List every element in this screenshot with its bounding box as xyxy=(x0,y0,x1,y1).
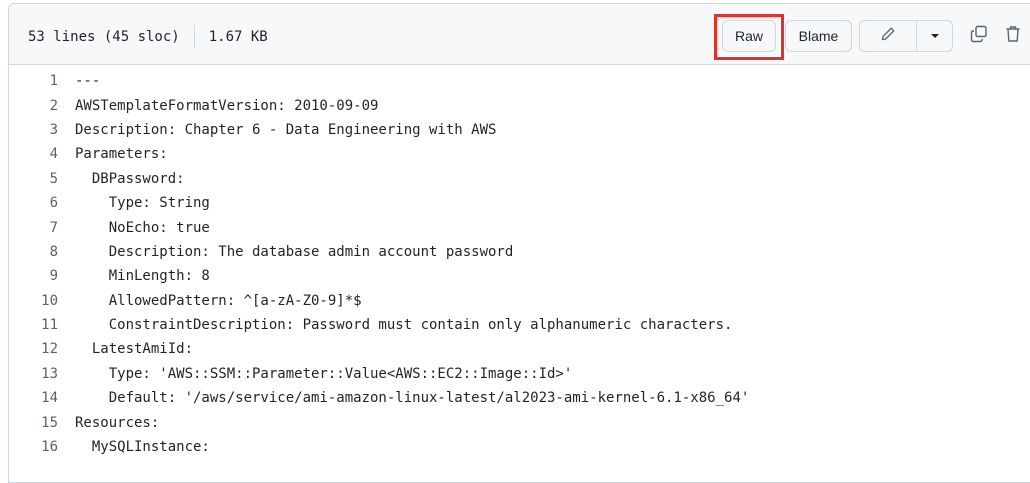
line-number[interactable]: 6 xyxy=(9,195,75,211)
code-text: Description: Chapter 6 - Data Engineerin… xyxy=(75,121,497,138)
code-line: 9 MinLength: 8 xyxy=(9,264,1030,288)
code-line: 14 Default: '/aws/service/ami-amazon-lin… xyxy=(9,386,1030,410)
line-number[interactable]: 15 xyxy=(9,415,75,431)
line-number[interactable]: 1 xyxy=(9,73,75,89)
file-header: 53 lines (45 sloc) 1.67 KB Raw Blame xyxy=(9,4,1030,65)
code-text: NoEcho: true xyxy=(75,219,210,236)
edit-button-group xyxy=(859,20,953,52)
line-number[interactable]: 7 xyxy=(9,220,75,236)
code-text: Parameters: xyxy=(75,146,168,163)
code-line: 5 DBPassword: xyxy=(9,167,1030,191)
copy-button[interactable] xyxy=(965,20,993,52)
file-info: 53 lines (45 sloc) 1.67 KB xyxy=(28,25,268,49)
line-number[interactable]: 10 xyxy=(9,293,75,309)
line-number[interactable]: 12 xyxy=(9,341,75,357)
code-line: 15 Resources: xyxy=(9,410,1030,434)
code-text: MySQLInstance: xyxy=(75,439,210,456)
line-count: 53 lines (45 sloc) xyxy=(28,29,180,45)
code-line: 2 AWSTemplateFormatVersion: 2010-09-09 xyxy=(9,93,1030,117)
code-text: AWSTemplateFormatVersion: 2010-09-09 xyxy=(75,97,379,114)
line-number[interactable]: 8 xyxy=(9,244,75,260)
code-line: 8 Description: The database admin accoun… xyxy=(9,240,1030,264)
line-number[interactable]: 16 xyxy=(9,439,75,455)
triangle-down-icon xyxy=(930,27,940,45)
code-line: 13 Type: 'AWS::SSM::Parameter::Value<AWS… xyxy=(9,362,1030,386)
line-number[interactable]: 5 xyxy=(9,171,75,187)
code-line: 12 LatestAmiId: xyxy=(9,337,1030,361)
line-number[interactable]: 3 xyxy=(9,122,75,138)
code-line: 6 Type: String xyxy=(9,191,1030,215)
code-text: Description: The database admin account … xyxy=(75,243,514,260)
code-text: Type: 'AWS::SSM::Parameter::Value<AWS::E… xyxy=(75,365,573,382)
edit-dropdown-button[interactable] xyxy=(917,21,952,51)
divider xyxy=(193,25,195,49)
code-line: 1 --- xyxy=(9,69,1030,93)
code-text: DBPassword: xyxy=(75,170,185,187)
code-line: 3 Description: Chapter 6 - Data Engineeri… xyxy=(9,118,1030,142)
code-text: ConstraintDescription: Password must con… xyxy=(75,317,733,334)
raw-button[interactable]: Raw xyxy=(722,20,776,52)
code-text: Type: String xyxy=(75,195,210,212)
delete-button[interactable] xyxy=(999,20,1027,52)
line-number[interactable]: 13 xyxy=(9,366,75,382)
pencil-icon xyxy=(880,26,896,47)
line-number[interactable]: 4 xyxy=(9,146,75,162)
file-size: 1.67 KB xyxy=(208,29,268,45)
code-line: 7 NoEcho: true xyxy=(9,215,1030,239)
trash-icon xyxy=(1005,25,1021,48)
code-text: --- xyxy=(75,73,101,90)
code-text: Resources: xyxy=(75,414,160,431)
code-line: 4 Parameters: xyxy=(9,142,1030,166)
blame-button[interactable]: Blame xyxy=(785,20,852,52)
code-text: Default: '/aws/service/ami-amazon-linux-… xyxy=(75,390,750,407)
code-line: 16 MySQLInstance: xyxy=(9,435,1030,459)
line-number[interactable]: 11 xyxy=(9,317,75,333)
code-text: LatestAmiId: xyxy=(75,341,194,358)
code-line: 11 ConstraintDescription: Password must … xyxy=(9,313,1030,337)
line-number[interactable]: 14 xyxy=(9,390,75,406)
line-number[interactable]: 2 xyxy=(9,98,75,114)
file-viewer: 53 lines (45 sloc) 1.67 KB Raw Blame 1 -… xyxy=(8,3,1030,483)
code-text: AllowedPattern: ^[a-zA-Z0-9]*$ xyxy=(75,292,362,309)
code-view: 1 --- 2 AWSTemplateFormatVersion: 2010-09-0… xyxy=(9,65,1030,459)
edit-button[interactable] xyxy=(860,21,917,51)
line-number[interactable]: 9 xyxy=(9,268,75,284)
code-line: 10 AllowedPattern: ^[a-zA-Z0-9]*$ xyxy=(9,289,1030,313)
code-text: MinLength: 8 xyxy=(75,268,210,285)
copy-icon xyxy=(970,25,988,48)
